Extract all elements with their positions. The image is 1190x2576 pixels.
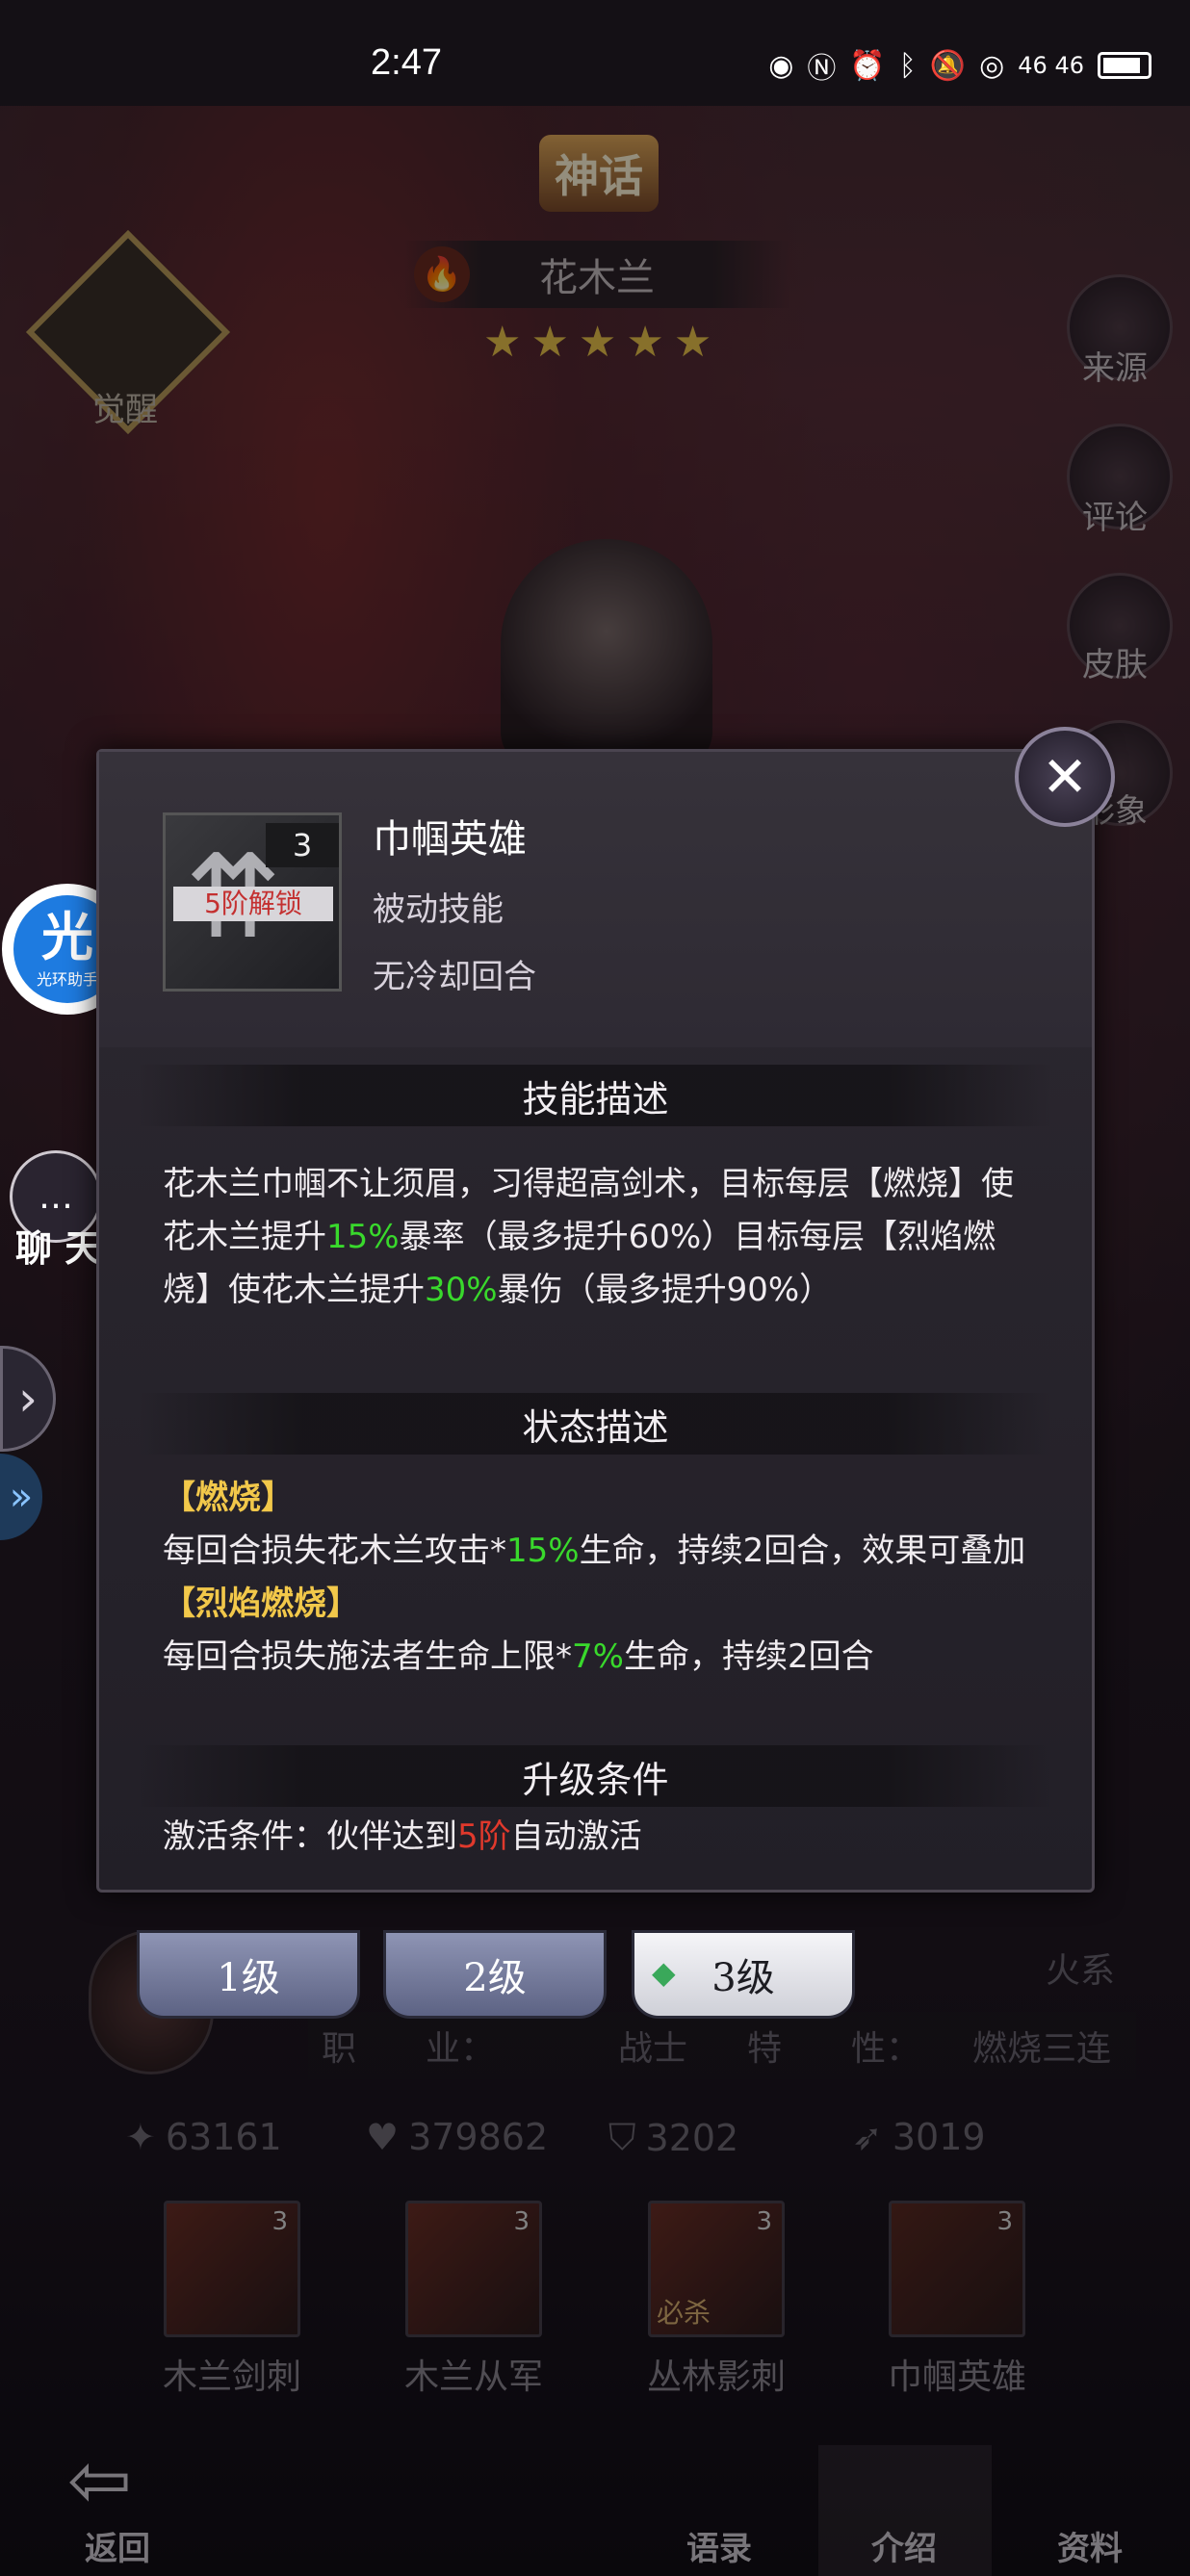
bluetooth-icon: ᛒ	[898, 48, 917, 83]
desc-highlight: 15%	[326, 1218, 400, 1256]
nfc-icon: Ⓝ	[807, 52, 837, 86]
section-title-status: 状态描述	[522, 1406, 669, 1449]
unlock-tag: 5阶解锁	[173, 887, 333, 921]
desc-text: 暴伤（最多提升90%）	[497, 1271, 833, 1309]
status-text: 生命，持续2回合	[623, 1637, 874, 1676]
chat-bubble-icon: …	[39, 1176, 73, 1217]
level-tab-2[interactable]: 2级	[383, 1930, 607, 2019]
battery-icon	[1098, 52, 1151, 79]
helper-glyph: 光	[41, 907, 93, 967]
skill-thumbnail: ⇈ 3 5阶解锁	[163, 812, 342, 992]
mute-icon: 🔕	[929, 48, 967, 83]
helper-label: 光环助手	[36, 970, 98, 989]
level-tab-3[interactable]: ◆ 3级	[632, 1930, 855, 2019]
thumb-level: 3	[266, 823, 339, 867]
skill-cooldown: 无冷却回合	[373, 958, 536, 996]
status2-text: 每回合损失施法者生命上限*7%生命，持续2回合	[163, 1631, 1029, 1684]
alarm-icon: ⏰	[849, 48, 886, 83]
status-icons: ◉ Ⓝ ⏰ ᛒ 🔕 ◎ 46 46	[768, 44, 1151, 87]
level-tab-label: 2级	[463, 1956, 527, 2000]
status-highlight: 7%	[572, 1637, 624, 1676]
status-bar: 2:47 ◉ Ⓝ ⏰ ᛒ 🔕 ◎ 46 46	[0, 0, 1190, 106]
level-tab-label: 1级	[217, 1956, 280, 2000]
clock: 2:47	[371, 42, 442, 83]
status-text: 每回合损失花木兰攻击*	[163, 1532, 506, 1570]
status1-text: 每回合损失花木兰攻击*15%生命，持续2回合，效果可叠加	[163, 1525, 1029, 1578]
status-text: 生命，持续2回合，效果可叠加	[579, 1532, 1026, 1570]
section-title-upgrade: 升级条件	[522, 1759, 669, 1801]
level-tab-1[interactable]: 1级	[137, 1930, 360, 2019]
chat-label: 聊 天	[15, 1227, 102, 1270]
upgrade-text: 激活条件：伙伴达到	[163, 1817, 457, 1856]
desc-highlight: 30%	[425, 1271, 498, 1309]
chevron-right-icon: ›	[18, 1371, 38, 1427]
status-text: 每回合损失施法者生命上限*	[163, 1637, 572, 1676]
skill-description: 花木兰巾帼不让须眉，习得超高剑术，目标每层【燃烧】使花木兰提升15%暴率（最多提…	[163, 1158, 1029, 1317]
double-chevron-right-icon: »	[9, 1475, 34, 1519]
status-highlight: 15%	[506, 1532, 580, 1570]
skill-type: 被动技能	[373, 890, 504, 929]
upgrade-highlight: 5阶	[457, 1817, 511, 1856]
status2-title: 【烈焰燃烧】	[163, 1584, 359, 1623]
hotspot-icon: ◎	[979, 48, 1005, 83]
upgrade-text: 自动激活	[510, 1817, 642, 1856]
status1-title: 【燃烧】	[163, 1479, 294, 1517]
close-button[interactable]: ✕	[1015, 727, 1115, 827]
skill-name: 巾帼英雄	[373, 817, 527, 862]
eye-icon: ◉	[768, 48, 794, 83]
skill-detail-popup: ⇈ 3 5阶解锁 巾帼英雄 被动技能 无冷却回合 技能描述 花木兰巾帼不让须眉，…	[96, 749, 1095, 1893]
section-title-skill: 技能描述	[522, 1078, 669, 1121]
signal-icon: 46 46	[1018, 52, 1084, 79]
status-description: 【燃烧】 每回合损失花木兰攻击*15%生命，持续2回合，效果可叠加 【烈焰燃烧】…	[163, 1472, 1029, 1684]
gem-icon: ◆	[652, 1954, 676, 1991]
close-icon: ✕	[1041, 744, 1089, 810]
upgrade-condition: 激活条件：伙伴达到5阶自动激活	[163, 1811, 1029, 1864]
level-tab-label: 3级	[711, 1956, 775, 2000]
